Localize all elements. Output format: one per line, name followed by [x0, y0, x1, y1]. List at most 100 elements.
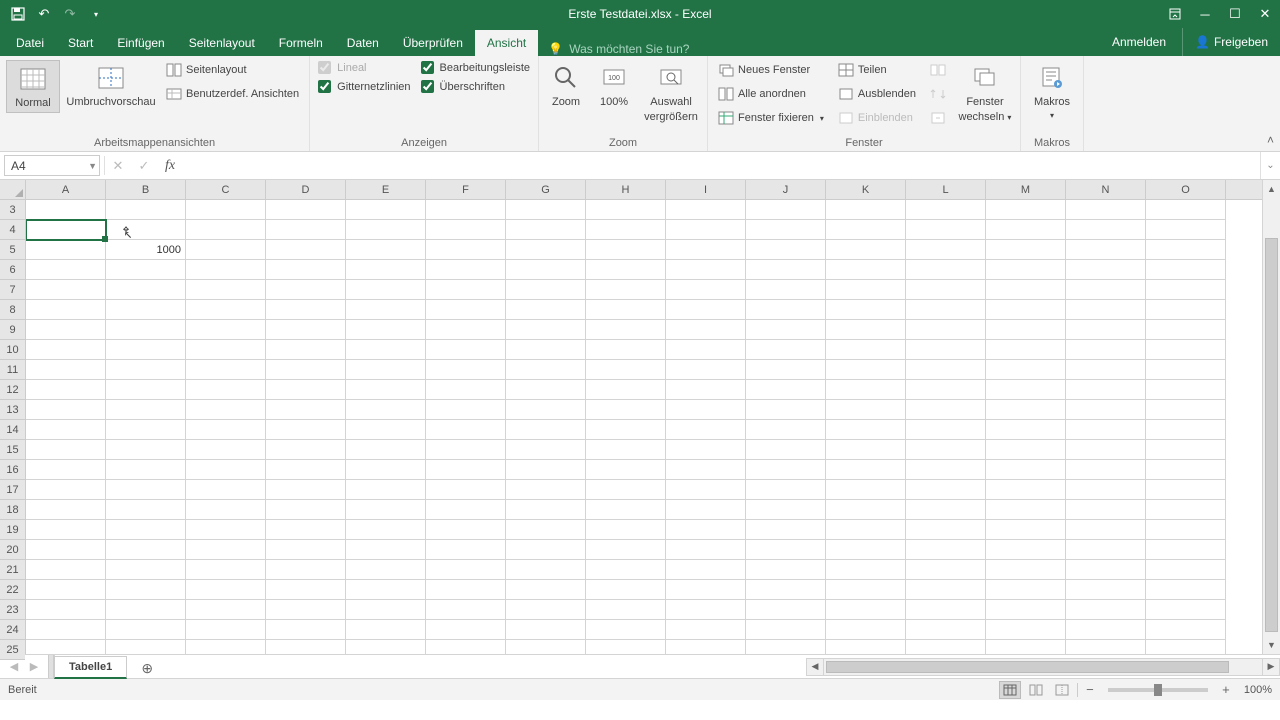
ribbon-display-options-icon[interactable]	[1160, 0, 1190, 28]
maximize-icon[interactable]: ☐	[1220, 0, 1250, 28]
cell-F4[interactable]	[426, 220, 506, 240]
tab-view[interactable]: Ansicht	[475, 30, 538, 56]
cell-F17[interactable]	[426, 480, 506, 500]
cell-B25[interactable]	[106, 640, 186, 654]
cell-K16[interactable]	[826, 460, 906, 480]
cell-N7[interactable]	[1066, 280, 1146, 300]
cell-N12[interactable]	[1066, 380, 1146, 400]
cell-E10[interactable]	[346, 340, 426, 360]
cell-H19[interactable]	[586, 520, 666, 540]
cell-J24[interactable]	[746, 620, 826, 640]
cell-C13[interactable]	[186, 400, 266, 420]
row-header[interactable]: 15	[0, 440, 25, 460]
tab-pagelayout[interactable]: Seitenlayout	[177, 30, 267, 56]
cell-M8[interactable]	[986, 300, 1066, 320]
cell-N24[interactable]	[1066, 620, 1146, 640]
cell-G20[interactable]	[506, 540, 586, 560]
name-box[interactable]: A4 ▼	[4, 155, 100, 176]
freeze-panes-button[interactable]: Fenster fixieren▾	[714, 108, 828, 128]
close-icon[interactable]: ✕	[1250, 0, 1280, 28]
cell-H6[interactable]	[586, 260, 666, 280]
cell-E11[interactable]	[346, 360, 426, 380]
cell-H9[interactable]	[586, 320, 666, 340]
cell-J11[interactable]	[746, 360, 826, 380]
cell-F18[interactable]	[426, 500, 506, 520]
undo-icon[interactable]: ↶	[32, 2, 56, 26]
cell-I23[interactable]	[666, 600, 746, 620]
cell-M20[interactable]	[986, 540, 1066, 560]
column-header[interactable]: L	[906, 180, 986, 199]
row-header[interactable]: 22	[0, 580, 25, 600]
cell-N13[interactable]	[1066, 400, 1146, 420]
cell-B5[interactable]: 1000	[106, 240, 186, 260]
cell-L13[interactable]	[906, 400, 986, 420]
cell-D19[interactable]	[266, 520, 346, 540]
cell-K24[interactable]	[826, 620, 906, 640]
cell-E25[interactable]	[346, 640, 426, 654]
expand-formula-bar-icon[interactable]: ⌄	[1260, 152, 1280, 179]
cell-I13[interactable]	[666, 400, 746, 420]
cell-H24[interactable]	[586, 620, 666, 640]
cell-H7[interactable]	[586, 280, 666, 300]
cell-D4[interactable]	[266, 220, 346, 240]
cell-I17[interactable]	[666, 480, 746, 500]
cell-A12[interactable]	[26, 380, 106, 400]
cell-J18[interactable]	[746, 500, 826, 520]
cell-C25[interactable]	[186, 640, 266, 654]
cell-A16[interactable]	[26, 460, 106, 480]
cell-D17[interactable]	[266, 480, 346, 500]
cell-K10[interactable]	[826, 340, 906, 360]
cell-O18[interactable]	[1146, 500, 1226, 520]
cell-H10[interactable]	[586, 340, 666, 360]
scroll-track[interactable]	[1263, 198, 1280, 636]
cell-A4[interactable]	[26, 220, 106, 240]
cell-H18[interactable]	[586, 500, 666, 520]
pagelayout-button[interactable]: Seitenlayout	[162, 60, 303, 80]
cell-E6[interactable]	[346, 260, 426, 280]
cell-B3[interactable]	[106, 200, 186, 220]
cell-N9[interactable]	[1066, 320, 1146, 340]
cell-M14[interactable]	[986, 420, 1066, 440]
cell-L16[interactable]	[906, 460, 986, 480]
tab-file[interactable]: Datei	[4, 30, 56, 56]
cell-J21[interactable]	[746, 560, 826, 580]
cell-O22[interactable]	[1146, 580, 1226, 600]
cell-C9[interactable]	[186, 320, 266, 340]
cell-N10[interactable]	[1066, 340, 1146, 360]
cell-G8[interactable]	[506, 300, 586, 320]
row-header[interactable]: 23	[0, 600, 25, 620]
cell-E12[interactable]	[346, 380, 426, 400]
cell-K7[interactable]	[826, 280, 906, 300]
cell-H4[interactable]	[586, 220, 666, 240]
cell-I8[interactable]	[666, 300, 746, 320]
cell-E13[interactable]	[346, 400, 426, 420]
cell-D9[interactable]	[266, 320, 346, 340]
cell-J6[interactable]	[746, 260, 826, 280]
cell-B20[interactable]	[106, 540, 186, 560]
cell-O16[interactable]	[1146, 460, 1226, 480]
cell-O17[interactable]	[1146, 480, 1226, 500]
cell-K19[interactable]	[826, 520, 906, 540]
cell-N25[interactable]	[1066, 640, 1146, 654]
cell-G18[interactable]	[506, 500, 586, 520]
cell-G15[interactable]	[506, 440, 586, 460]
cell-A10[interactable]	[26, 340, 106, 360]
cell-M9[interactable]	[986, 320, 1066, 340]
cell-E24[interactable]	[346, 620, 426, 640]
cell-A22[interactable]	[26, 580, 106, 600]
cell-J7[interactable]	[746, 280, 826, 300]
cell-D21[interactable]	[266, 560, 346, 580]
cell-L18[interactable]	[906, 500, 986, 520]
row-header[interactable]: 16	[0, 460, 25, 480]
cell-D12[interactable]	[266, 380, 346, 400]
cell-L24[interactable]	[906, 620, 986, 640]
cell-G16[interactable]	[506, 460, 586, 480]
cell-D18[interactable]	[266, 500, 346, 520]
row-header[interactable]: 8	[0, 300, 25, 320]
cells[interactable]: 1000	[26, 200, 1262, 654]
cell-L22[interactable]	[906, 580, 986, 600]
cell-M21[interactable]	[986, 560, 1066, 580]
add-sheet-button[interactable]: ⊕	[135, 659, 159, 678]
cell-D23[interactable]	[266, 600, 346, 620]
cell-M3[interactable]	[986, 200, 1066, 220]
